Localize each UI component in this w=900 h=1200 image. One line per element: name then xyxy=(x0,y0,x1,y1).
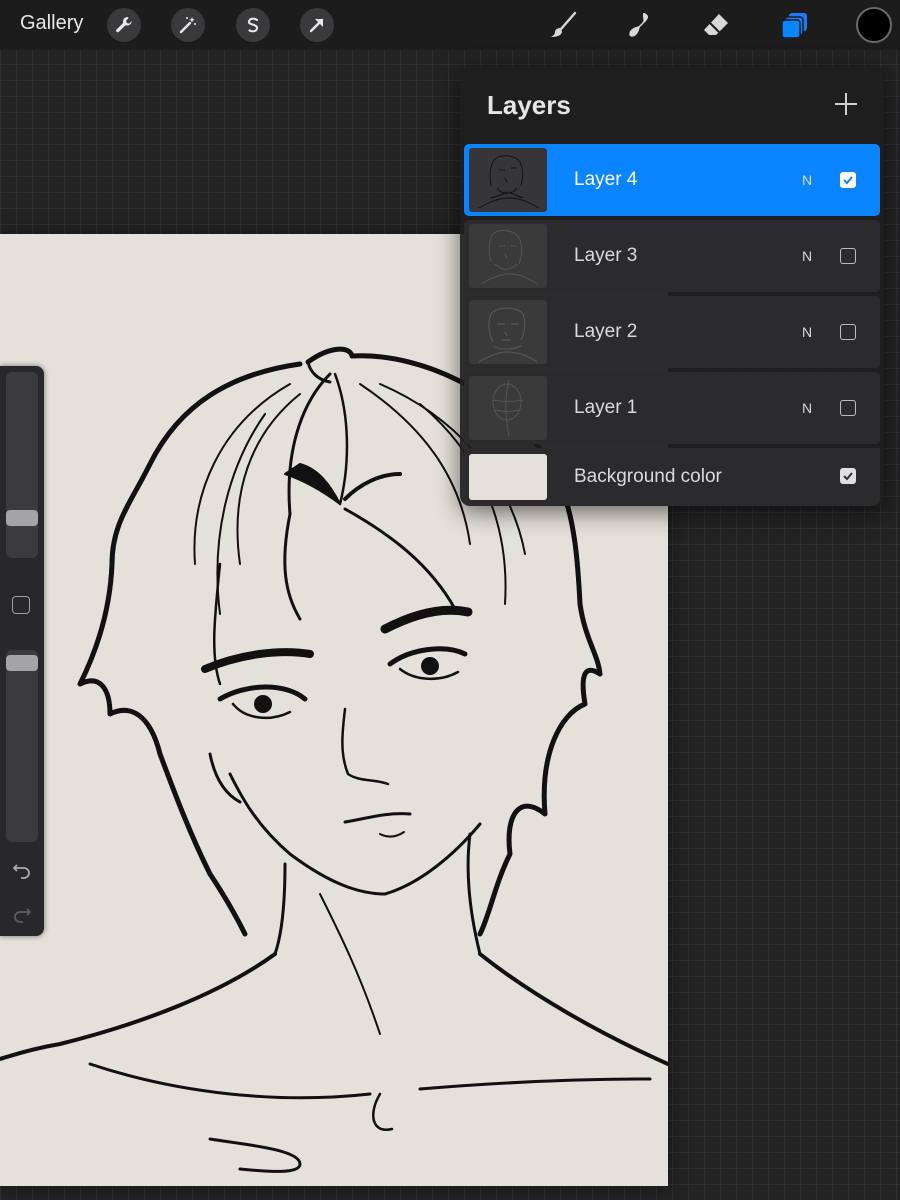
layers-icon[interactable] xyxy=(776,6,814,44)
blend-mode-button[interactable]: N xyxy=(802,248,812,264)
brush-size-slider[interactable] xyxy=(6,372,38,558)
layer-thumbnail xyxy=(469,376,547,440)
layer-row-3[interactable]: Layer 3 N xyxy=(464,220,880,292)
visibility-checkbox[interactable] xyxy=(840,172,856,188)
redo-icon[interactable] xyxy=(10,902,34,926)
panel-title: Layers xyxy=(487,90,571,120)
smudge-icon[interactable] xyxy=(620,6,658,44)
layer-thumbnail xyxy=(469,224,547,288)
sidebar-sliders xyxy=(0,366,44,936)
gallery-button[interactable]: Gallery xyxy=(20,12,83,35)
layer-row-1[interactable]: Layer 1 N xyxy=(464,372,880,444)
layer-name: Layer 1 xyxy=(574,397,638,418)
layers-panel: Layers Layer 4 N Layer 3 N Layer 2 N Lay… xyxy=(460,66,884,506)
color-picker-button[interactable] xyxy=(856,7,892,43)
layer-thumbnail xyxy=(469,300,547,364)
layer-name: Background color xyxy=(574,466,722,487)
top-toolbar: Gallery xyxy=(0,0,900,50)
blend-mode-button[interactable]: N xyxy=(802,172,812,188)
undo-icon[interactable] xyxy=(10,858,34,882)
eraser-icon[interactable] xyxy=(697,6,735,44)
transform-arrow-icon[interactable] xyxy=(300,8,334,42)
layer-name: Layer 3 xyxy=(574,245,638,266)
layer-name: Layer 2 xyxy=(574,321,638,342)
layer-thumbnail xyxy=(469,148,547,212)
selection-s-icon[interactable] xyxy=(236,8,270,42)
layer-row-4[interactable]: Layer 4 N xyxy=(464,144,880,216)
layer-row-2[interactable]: Layer 2 N xyxy=(464,296,880,368)
add-layer-icon[interactable] xyxy=(832,90,860,118)
blend-mode-button[interactable]: N xyxy=(802,400,812,416)
layer-row-background[interactable]: Background color xyxy=(464,448,880,506)
visibility-checkbox[interactable] xyxy=(840,400,856,416)
visibility-checkbox[interactable] xyxy=(840,468,856,484)
layer-name: Layer 4 xyxy=(574,169,638,190)
visibility-checkbox[interactable] xyxy=(840,248,856,264)
blend-mode-button[interactable]: N xyxy=(802,324,812,340)
brush-icon[interactable] xyxy=(544,6,582,44)
modify-button[interactable] xyxy=(12,596,30,614)
magic-wand-icon[interactable] xyxy=(171,8,205,42)
brush-size-thumb[interactable] xyxy=(6,510,38,526)
opacity-thumb[interactable] xyxy=(6,655,38,671)
visibility-checkbox[interactable] xyxy=(840,324,856,340)
wrench-icon[interactable] xyxy=(107,8,141,42)
opacity-slider[interactable] xyxy=(6,650,38,842)
background-color-swatch[interactable] xyxy=(469,454,547,500)
